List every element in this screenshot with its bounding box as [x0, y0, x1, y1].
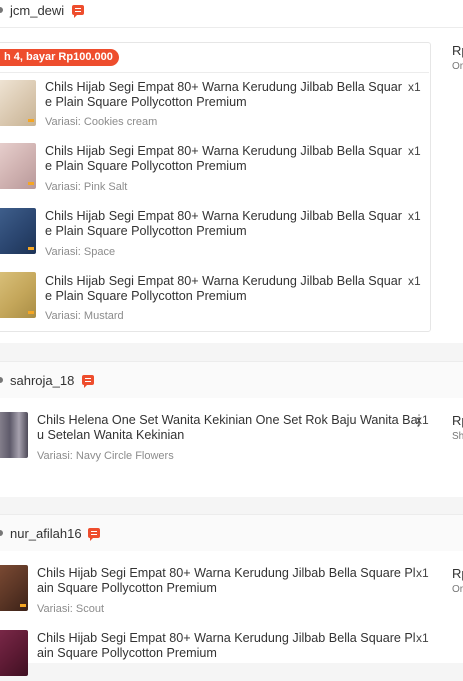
shop-name-link[interactable]: jcm_dewi [10, 3, 64, 18]
chat-icon[interactable] [88, 528, 100, 541]
product-title-line2[interactable]: e Plain Square Pollycotton Premium [45, 224, 247, 239]
shop-section-jcm-dewi: jcm_dewi h 4, bayar Rp100.000 Rp Or Chil… [0, 0, 463, 343]
chat-icon[interactable] [82, 375, 94, 388]
product-title-line2[interactable]: u Setelan Wanita Kekinian [37, 428, 184, 443]
product-title-line1[interactable]: Chils Hijab Segi Empat 80+ Warna Kerudun… [45, 274, 402, 289]
hijab-mustard-thumbnail[interactable] [0, 272, 36, 318]
shop-name-link[interactable]: sahroja_18 [10, 373, 74, 388]
price-label: Rp [452, 43, 463, 58]
shop-avatar[interactable] [0, 377, 3, 383]
product-title-line1[interactable]: Chils Helena One Set Wanita Kekinian One… [37, 413, 420, 428]
quantity: x1 [416, 631, 429, 645]
price-sub-label: Or [452, 61, 463, 72]
divider [0, 72, 429, 73]
product-title-line1[interactable]: Chils Hijab Segi Empat 80+ Warna Kerudun… [45, 209, 402, 224]
quantity: x1 [416, 413, 429, 427]
price-sub-label: Or [452, 584, 463, 595]
hijab-cookies-cream-thumbnail[interactable] [0, 80, 36, 126]
product-title-line2[interactable]: ain Square Pollycotton Premium [37, 646, 217, 661]
product-title-line2[interactable]: e Plain Square Pollycotton Premium [45, 159, 247, 174]
one-set-navy-flowers-thumbnail[interactable] [0, 412, 28, 458]
shop-header: sahroja_18 [0, 361, 463, 399]
shop-name-link[interactable]: nur_afilah16 [10, 526, 82, 541]
product-title-line2[interactable]: e Plain Square Pollycotton Premium [45, 289, 247, 304]
product-title-line1[interactable]: Chils Hijab Segi Empat 80+ Warna Kerudun… [37, 566, 416, 581]
hijab-pink-salt-thumbnail[interactable] [0, 143, 36, 189]
product-title-line2[interactable]: ain Square Pollycotton Premium [37, 581, 217, 596]
shop-section-sahroja-18: Rp Sh Chils Helena One Set Wanita Kekini… [0, 398, 463, 497]
product-title-line1[interactable]: Chils Hijab Segi Empat 80+ Warna Kerudun… [37, 631, 416, 646]
shop-avatar[interactable] [0, 530, 3, 536]
price-label: Rp [452, 566, 463, 581]
shop-avatar[interactable] [0, 7, 3, 13]
quantity: x1 [408, 144, 421, 158]
quantity: x1 [416, 566, 429, 580]
product-title-line1[interactable]: Chils Hijab Segi Empat 80+ Warna Kerudun… [45, 144, 402, 159]
product-variant: Variasi: Mustard [45, 310, 124, 322]
quantity: x1 [408, 80, 421, 94]
hijab-scout-thumbnail[interactable] [0, 565, 28, 611]
product-title-line1[interactable]: Chils Hijab Segi Empat 80+ Warna Kerudun… [45, 80, 402, 95]
price-label: Rp [452, 413, 463, 428]
quantity: x1 [408, 274, 421, 288]
quantity: x1 [408, 209, 421, 223]
hijab-maroon-thumbnail[interactable] [0, 630, 28, 676]
product-variant: Variasi: Navy Circle Flowers [37, 450, 174, 462]
bundle-deal-badge[interactable]: h 4, bayar Rp100.000 [0, 49, 119, 66]
product-variant: Variasi: Scout [37, 603, 105, 615]
chat-icon[interactable] [72, 5, 84, 18]
product-variant: Variasi: Space [45, 246, 116, 258]
hijab-space-thumbnail[interactable] [0, 208, 36, 254]
product-variant: Variasi: Cookies cream [45, 116, 158, 128]
shop-header: nur_afilah16 [0, 514, 463, 552]
price-sub-label: Sh [452, 431, 463, 442]
shop-section-nur-afilah16: Rp Or Chils Hijab Segi Empat 80+ Warna K… [0, 551, 463, 676]
product-title-line2[interactable]: e Plain Square Pollycotton Premium [45, 95, 247, 110]
shop-header: jcm_dewi [0, 0, 463, 28]
product-variant: Variasi: Pink Salt [45, 181, 128, 193]
